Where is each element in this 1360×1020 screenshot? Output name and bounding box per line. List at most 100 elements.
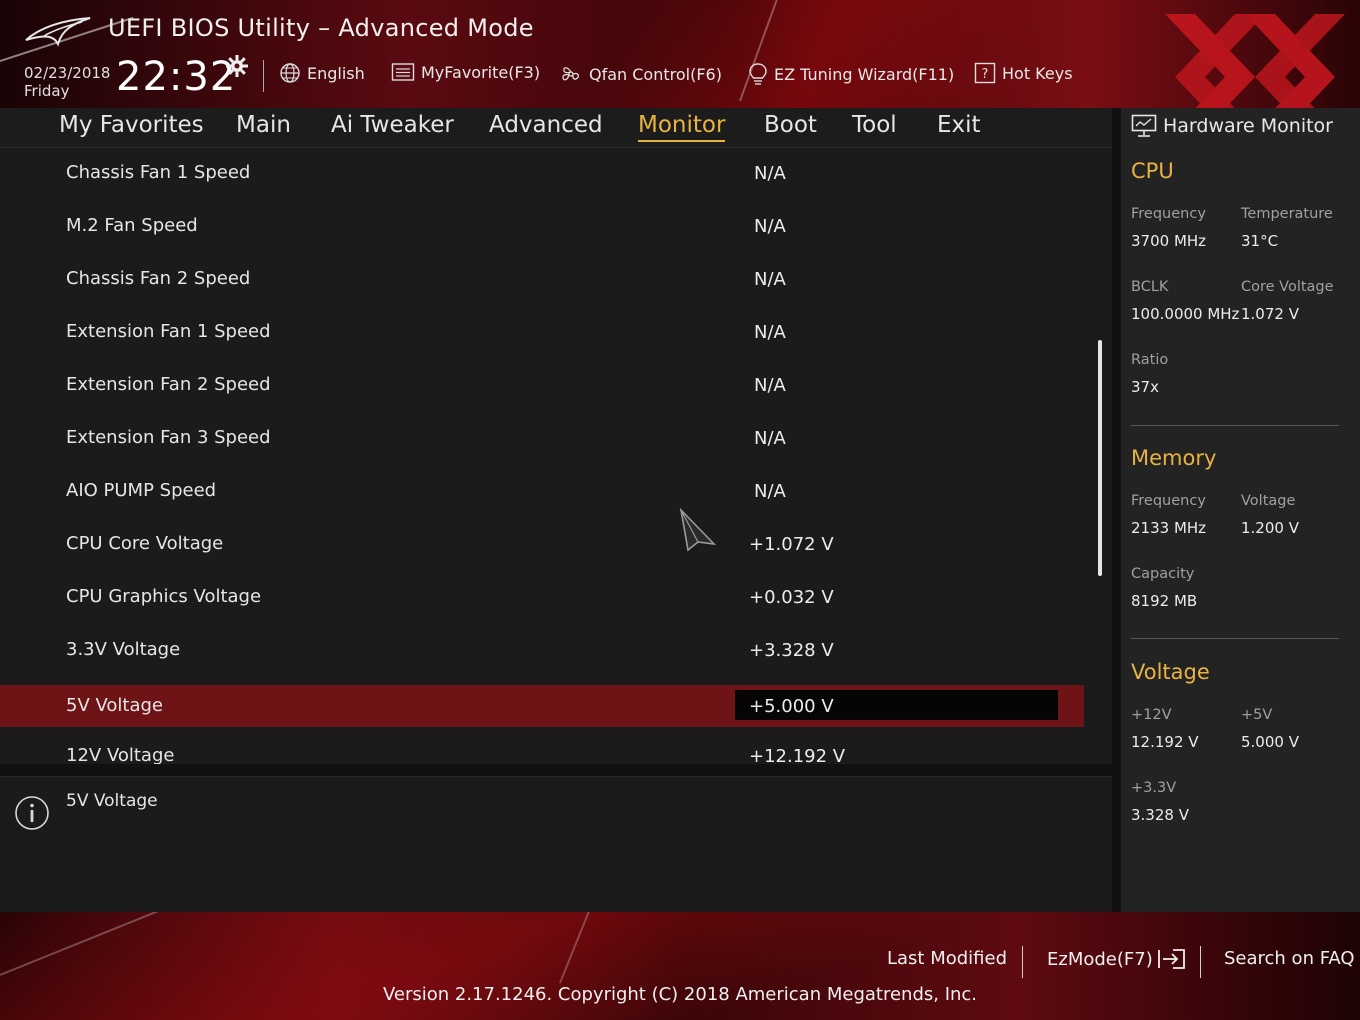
memory-frequency-value: 2133 MHz bbox=[1131, 519, 1207, 537]
ezmode-button[interactable]: EzMode(F7) bbox=[1047, 948, 1187, 970]
v5-label: +5V bbox=[1241, 707, 1273, 723]
footer-divider bbox=[1022, 946, 1023, 978]
main-menu-bar: My Favorites Main Ai Tweaker Advanced Mo… bbox=[0, 108, 1112, 148]
tab-monitor[interactable]: Monitor bbox=[638, 112, 726, 142]
memory-voltage-value: 1.200 V bbox=[1241, 519, 1299, 537]
list-item-chassis-fan-2-speed[interactable]: Chassis Fan 2 Speed N/A bbox=[0, 258, 1084, 300]
gear-icon[interactable] bbox=[225, 54, 249, 78]
bclk-label: BCLK bbox=[1131, 279, 1169, 295]
v5-value: 5.000 V bbox=[1241, 733, 1299, 751]
day-display: Friday bbox=[24, 82, 70, 100]
item-value: N/A bbox=[754, 375, 786, 396]
footer-divider bbox=[1200, 946, 1201, 978]
date-display: 02/23/2018 bbox=[24, 64, 111, 82]
decorative-streak bbox=[739, 0, 782, 102]
v12-value: 12.192 V bbox=[1131, 733, 1199, 751]
list-item-m2-fan-speed[interactable]: M.2 Fan Speed N/A bbox=[0, 205, 1084, 247]
memory-capacity-label: Capacity bbox=[1131, 566, 1195, 582]
list-item-cpu-graphics-voltage[interactable]: CPU Graphics Voltage +0.032 V bbox=[0, 576, 1084, 618]
exit-arrow-icon bbox=[1157, 949, 1185, 969]
item-value: +1.072 V bbox=[749, 534, 834, 555]
tab-advanced[interactable]: Advanced bbox=[489, 112, 603, 138]
item-label: CPU Graphics Voltage bbox=[66, 586, 262, 607]
header-bar: UEFI BIOS Utility – Advanced Mode 02/23/… bbox=[0, 0, 1360, 108]
list-item-3v3-voltage[interactable]: 3.3V Voltage +3.328 V bbox=[0, 629, 1084, 671]
item-value: +3.328 V bbox=[749, 640, 834, 661]
my-favorite-button[interactable]: MyFavorite(F3) bbox=[391, 62, 540, 82]
help-panel: 5V Voltage bbox=[0, 776, 1112, 913]
list-item-extension-fan-2-speed[interactable]: Extension Fan 2 Speed N/A bbox=[0, 364, 1084, 406]
ezmode-label: EzMode(F7) bbox=[1047, 948, 1153, 970]
fan-icon bbox=[562, 67, 580, 81]
cpu-section-title: CPU bbox=[1131, 159, 1174, 183]
tab-main[interactable]: Main bbox=[236, 112, 291, 138]
list-item-cpu-core-voltage[interactable]: CPU Core Voltage +1.072 V bbox=[0, 523, 1084, 565]
v12-label: +12V bbox=[1131, 707, 1172, 723]
item-label: AIO PUMP Speed bbox=[66, 480, 217, 501]
item-label: Extension Fan 3 Speed bbox=[66, 427, 271, 448]
qfan-control-button[interactable]: Qfan Control(F6) bbox=[559, 62, 722, 86]
memory-frequency-label: Frequency bbox=[1131, 493, 1206, 509]
memory-section-title: Memory bbox=[1131, 446, 1217, 470]
language-label: English bbox=[307, 63, 365, 83]
help-description: 5V Voltage bbox=[66, 791, 158, 811]
list-scrollbar[interactable] bbox=[1098, 340, 1102, 576]
item-value: N/A bbox=[754, 216, 786, 237]
tab-my-favorites[interactable]: My Favorites bbox=[59, 112, 204, 138]
tab-tool[interactable]: Tool bbox=[852, 112, 897, 138]
ratio-value: 37x bbox=[1131, 378, 1159, 396]
list-item-5v-voltage[interactable]: 5V Voltage +5.000 V bbox=[0, 685, 1084, 727]
item-value: N/A bbox=[754, 322, 786, 343]
ez-tuning-wizard-label: EZ Tuning Wizard(F11) bbox=[774, 64, 955, 84]
cpu-frequency-value: 3700 MHz bbox=[1131, 232, 1207, 250]
v33-label: +3.3V bbox=[1131, 780, 1177, 796]
search-faq-button[interactable]: Search on FAQ bbox=[1224, 948, 1355, 969]
memory-voltage-label: Voltage bbox=[1241, 493, 1296, 509]
list-item-chassis-fan-1-speed[interactable]: Chassis Fan 1 Speed N/A bbox=[0, 152, 1084, 194]
hot-keys-label: Hot Keys bbox=[1002, 63, 1073, 83]
voltage-section-title: Voltage bbox=[1131, 660, 1210, 684]
section-divider bbox=[1131, 638, 1339, 639]
cpu-temperature-value: 31°C bbox=[1241, 232, 1279, 250]
favorite-list-icon bbox=[391, 63, 415, 81]
app-title: UEFI BIOS Utility – Advanced Mode bbox=[108, 14, 534, 42]
ratio-label: Ratio bbox=[1131, 352, 1169, 368]
list-item-extension-fan-3-speed[interactable]: Extension Fan 3 Speed N/A bbox=[0, 417, 1084, 459]
header-divider bbox=[263, 60, 264, 92]
cpu-frequency-label: Frequency bbox=[1131, 206, 1206, 222]
ez-tuning-wizard-button[interactable]: EZ Tuning Wizard(F11) bbox=[748, 62, 954, 86]
list-item-extension-fan-1-speed[interactable]: Extension Fan 1 Speed N/A bbox=[0, 311, 1084, 353]
list-item-aio-pump-speed[interactable]: AIO PUMP Speed N/A bbox=[0, 470, 1084, 512]
hardware-monitor-title: Hardware Monitor bbox=[1163, 115, 1333, 137]
item-value: N/A bbox=[754, 428, 786, 449]
tab-ai-tweaker[interactable]: Ai Tweaker bbox=[331, 112, 454, 138]
svg-text:?: ? bbox=[982, 67, 989, 82]
item-label: Chassis Fan 1 Speed bbox=[66, 162, 251, 183]
xx-watermark-logo bbox=[1165, 14, 1345, 108]
core-voltage-label: Core Voltage bbox=[1241, 279, 1334, 295]
version-copyright: Version 2.17.1246. Copyright (C) 2018 Am… bbox=[382, 984, 978, 1005]
tab-exit[interactable]: Exit bbox=[937, 112, 981, 138]
last-modified-button[interactable]: Last Modified bbox=[887, 948, 1007, 969]
item-value: +12.192 V bbox=[749, 746, 846, 764]
item-label: 3.3V Voltage bbox=[66, 639, 181, 660]
clock-display: 22:32 bbox=[116, 54, 237, 100]
item-value: N/A bbox=[754, 163, 786, 184]
hot-keys-button[interactable]: ? Hot Keys bbox=[974, 62, 1073, 84]
list-item-12v-voltage[interactable]: 12V Voltage +12.192 V bbox=[0, 735, 1084, 764]
item-value: +0.032 V bbox=[749, 587, 834, 608]
help-key-icon: ? bbox=[974, 62, 996, 84]
globe-icon bbox=[280, 63, 300, 83]
item-label: Chassis Fan 2 Speed bbox=[66, 268, 251, 289]
bclk-value: 100.0000 MHz bbox=[1131, 305, 1240, 323]
core-voltage-value: 1.072 V bbox=[1241, 305, 1299, 323]
item-value: +5.000 V bbox=[749, 696, 834, 717]
memory-capacity-value: 8192 MB bbox=[1131, 592, 1198, 610]
item-label: M.2 Fan Speed bbox=[66, 215, 198, 236]
qfan-control-label: Qfan Control(F6) bbox=[589, 64, 722, 84]
item-value: N/A bbox=[754, 269, 786, 290]
my-favorite-label: MyFavorite(F3) bbox=[421, 62, 541, 82]
language-button[interactable]: English bbox=[279, 62, 365, 84]
tab-boot[interactable]: Boot bbox=[764, 112, 817, 138]
rog-logo-icon bbox=[25, 17, 91, 47]
